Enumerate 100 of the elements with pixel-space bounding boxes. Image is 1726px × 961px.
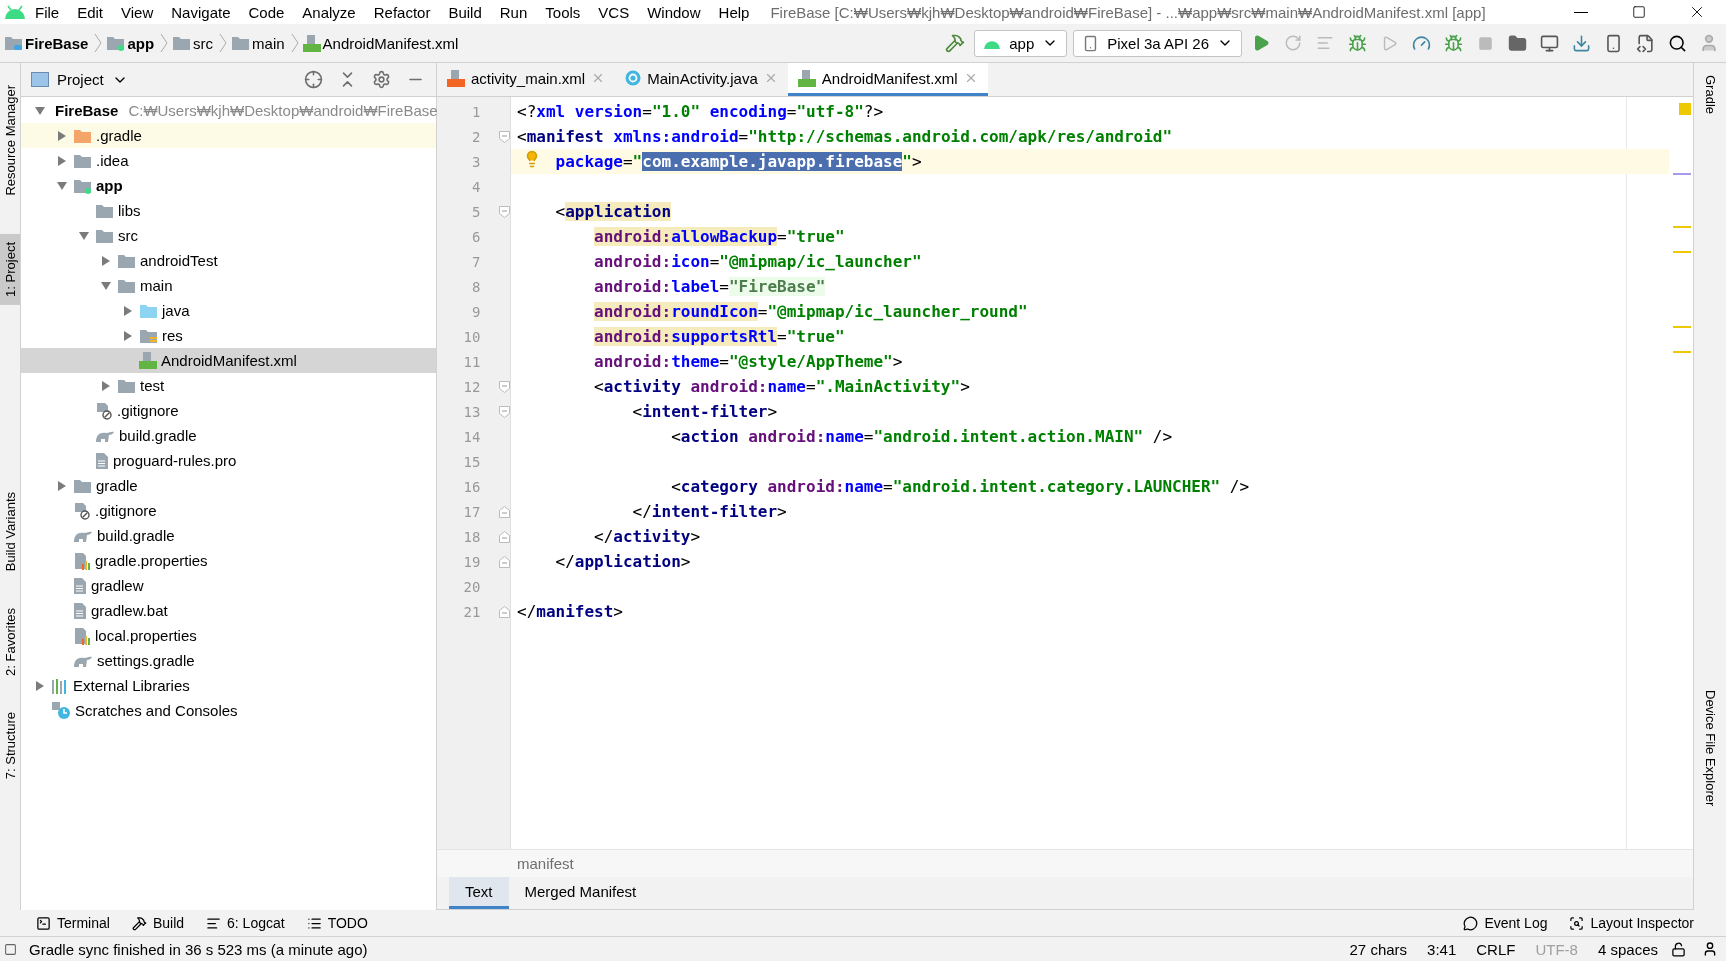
fold-marker-icon[interactable] (499, 405, 510, 418)
tree-item[interactable]: src (21, 223, 436, 248)
expand-arrow-icon[interactable] (78, 229, 90, 242)
breadcrumb[interactable]: app (125, 34, 161, 52)
tool-window-tab[interactable]: Device File Explorer (1700, 682, 1720, 815)
tree-item[interactable]: test (21, 373, 436, 398)
editor-mode-tab[interactable]: Text (449, 877, 509, 909)
menu-item[interactable]: Run (490, 3, 537, 21)
lock-icon[interactable] (1671, 941, 1686, 957)
status-item[interactable]: 4 spaces (1590, 940, 1665, 958)
tool-window-button[interactable]: 6: Logcat (198, 915, 293, 931)
collapse-arrow-icon[interactable] (100, 254, 112, 267)
menu-item[interactable]: Analyze (293, 3, 365, 21)
editor-tab[interactable]: activity_main.xml (437, 63, 616, 96)
tree-item[interactable]: gradlew.bat (21, 598, 436, 623)
tree-item[interactable]: .gitignore (21, 498, 436, 523)
status-item[interactable]: CRLF (1469, 940, 1523, 958)
menu-item[interactable]: View (112, 3, 163, 21)
menu-item[interactable]: File (26, 3, 69, 21)
code-line: <category android:name="android.intent.category.LAUNCHER" /> (670, 477, 1250, 496)
run-config-dropdown[interactable]: app (974, 29, 1068, 57)
tree-item[interactable]: main (21, 273, 436, 298)
fold-marker-icon[interactable] (499, 205, 510, 218)
fold-marker-icon[interactable] (499, 505, 510, 518)
menu-item[interactable]: Tools (536, 3, 590, 21)
status-item[interactable]: 3:41 (1420, 940, 1464, 958)
tree-item[interactable]: Scratches and Consoles (21, 698, 436, 723)
tree-item[interactable]: .gradle (21, 123, 436, 148)
tree-item[interactable]: java (21, 298, 436, 323)
square-icon[interactable] (4, 942, 17, 956)
tree-item[interactable]: build.gradle (21, 523, 436, 548)
tree-item[interactable]: settings.gradle (21, 648, 436, 673)
collapse-arrow-icon[interactable] (122, 329, 134, 342)
tree-item[interactable]: res (21, 323, 436, 348)
collapse-arrow-icon[interactable] (56, 154, 68, 167)
menu-item[interactable]: Navigate (162, 3, 240, 21)
tool-window-tab[interactable]: Gradle (1700, 67, 1720, 123)
menu-item[interactable]: Refactor (364, 3, 440, 21)
tree-item[interactable]: androidTest (21, 248, 436, 273)
tool-window-tab[interactable]: Resource Manager (0, 77, 20, 204)
menu-item[interactable]: VCS (589, 3, 639, 21)
tag-breadcrumb[interactable]: manifest (517, 855, 574, 872)
fold-marker-icon[interactable] (499, 530, 510, 543)
editor-mode-tab[interactable]: Merged Manifest (508, 877, 653, 909)
breadcrumb[interactable]: src (191, 34, 220, 52)
collapse-arrow-icon[interactable] (100, 379, 112, 392)
text-file-icon (73, 601, 87, 620)
expand-arrow-icon[interactable] (56, 179, 68, 192)
tree-item[interactable]: proguard-rules.pro (21, 448, 436, 473)
tool-window-button[interactable]: Event Log (1455, 915, 1556, 931)
menu-item[interactable]: Build (439, 3, 491, 21)
menu-item[interactable]: Window (638, 3, 710, 21)
fold-marker-icon[interactable] (499, 555, 510, 568)
tree-item[interactable]: External Libraries (21, 673, 436, 698)
tree-item[interactable]: AndroidManifest.xml (21, 348, 436, 373)
tool-window-tab[interactable]: 7: Structure (0, 703, 20, 787)
breadcrumb[interactable]: main (250, 34, 291, 52)
fold-marker-icon[interactable] (499, 130, 510, 143)
device-dropdown[interactable]: Pixel 3a API 26 (1073, 29, 1242, 57)
user-icon[interactable] (1702, 941, 1718, 957)
collapse-arrow-icon[interactable] (56, 479, 68, 492)
line-number: 15 (462, 453, 481, 470)
folder-icon (73, 127, 92, 144)
menu-item[interactable]: Edit (68, 3, 113, 21)
tree-item[interactable]: libs (21, 198, 436, 223)
tool-window-button[interactable]: Build (123, 915, 193, 931)
tool-window-button[interactable]: TODO (298, 915, 376, 931)
tool-window-button[interactable]: Terminal (28, 915, 118, 931)
tree-item-label: res (162, 327, 183, 344)
tool-window-tab[interactable]: 2: Favorites (0, 599, 20, 684)
menu-item[interactable]: Help (709, 3, 759, 21)
tree-item[interactable]: .idea (21, 148, 436, 173)
tool-window-tab[interactable]: 1: Project (0, 233, 20, 305)
tree-item[interactable]: gradle (21, 473, 436, 498)
editor-tab[interactable]: AndroidManifest.xml (787, 63, 988, 96)
tree-item[interactable]: .gitignore (21, 398, 436, 423)
folder-icon (106, 35, 126, 51)
collapse-arrow-icon[interactable] (122, 304, 134, 317)
collapse-arrow-icon[interactable] (56, 129, 68, 142)
tree-item[interactable]: local.properties (21, 623, 436, 648)
view-dropdown[interactable]: Project (29, 71, 130, 88)
expand-arrow-icon[interactable] (100, 279, 112, 292)
tool-window-button[interactable]: Layout Inspector (1561, 915, 1702, 931)
tree-item[interactable]: FireBase C:₩Users₩kjh₩Desktop₩android₩FireBase (21, 98, 436, 123)
collapse-arrow-icon[interactable] (34, 679, 46, 692)
breadcrumb[interactable]: AndroidManifest.xml (320, 34, 465, 52)
expand-arrow-icon[interactable] (34, 104, 46, 117)
tool-window-tab[interactable]: Build Variants (0, 484, 20, 580)
editor-tab[interactable]: MainActivity.java (615, 63, 788, 96)
tree-item[interactable]: gradlew (21, 573, 436, 598)
tree-item[interactable]: app (21, 173, 436, 198)
tree-item[interactable]: build.gradle (21, 423, 436, 448)
breadcrumb[interactable]: FireBase (23, 34, 95, 52)
fold-marker-icon[interactable] (499, 380, 510, 393)
status-item[interactable]: 27 chars (1342, 940, 1415, 958)
fold-marker-icon[interactable] (499, 605, 510, 618)
tree-item-label: app (96, 177, 123, 194)
tree-item[interactable]: gradle.properties (21, 548, 436, 573)
menu-item[interactable]: Code (239, 3, 294, 21)
hammer-icon (131, 915, 147, 931)
